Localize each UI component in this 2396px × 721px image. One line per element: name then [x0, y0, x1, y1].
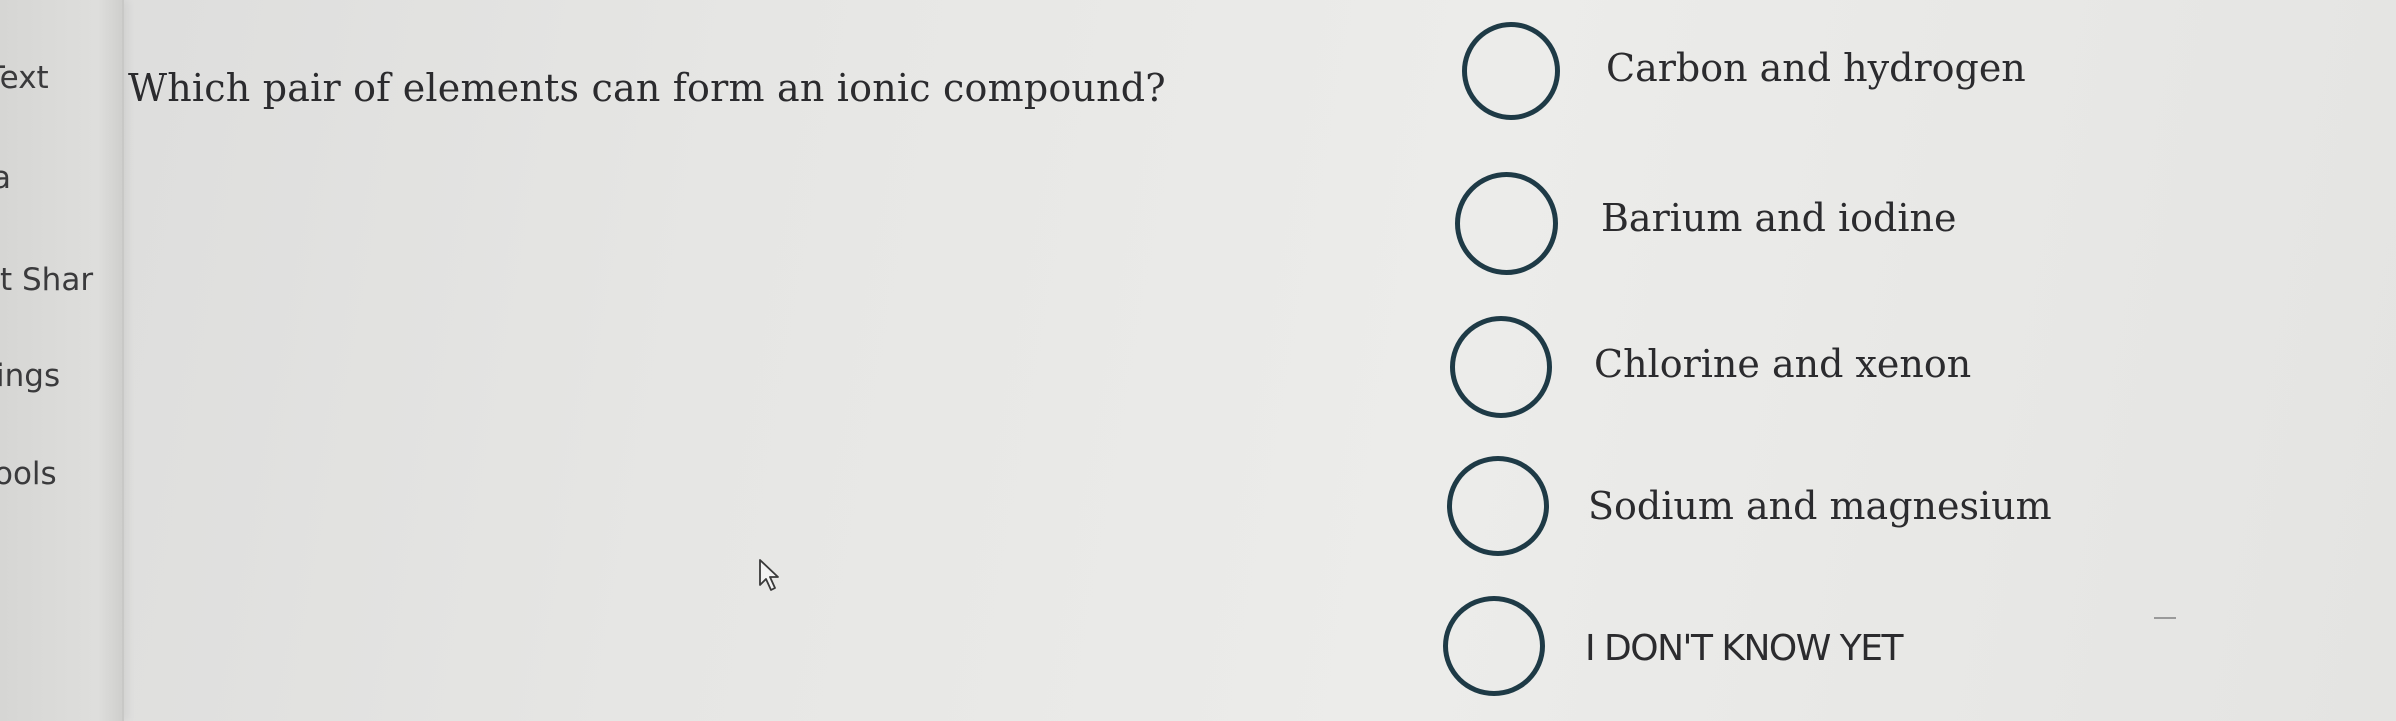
radio-button[interactable] — [1455, 172, 1558, 275]
radio-button[interactable] — [1450, 316, 1552, 418]
option-label[interactable]: Chlorine and xenon — [1594, 342, 1971, 386]
radio-button[interactable] — [1462, 22, 1560, 120]
sidebar-item-share[interactable]: t Shar — [0, 262, 93, 298]
question-panel: Which pair of elements can form an ionic… — [124, 0, 2396, 721]
sidebar: Text a t Shar ings ools — [0, 0, 124, 721]
question-text: Which pair of elements can form an ionic… — [128, 66, 1166, 110]
sidebar-item-settings[interactable]: ings — [0, 358, 60, 394]
radio-button[interactable] — [1443, 596, 1545, 696]
sidebar-item-a[interactable]: a — [0, 160, 11, 196]
option-label[interactable]: I DON'T KNOW YET — [1585, 628, 1904, 669]
option-label[interactable]: Sodium and magnesium — [1588, 484, 2052, 528]
option-label[interactable]: Carbon and hydrogen — [1606, 46, 2026, 90]
radio-button[interactable] — [1447, 456, 1549, 556]
sidebar-item-text[interactable]: Text — [0, 60, 49, 96]
mouse-pointer-icon — [759, 559, 779, 591]
sidebar-item-tools[interactable]: ools — [0, 456, 57, 492]
option-label[interactable]: Barium and iodine — [1601, 196, 1957, 240]
screen-mark — [2154, 617, 2176, 619]
